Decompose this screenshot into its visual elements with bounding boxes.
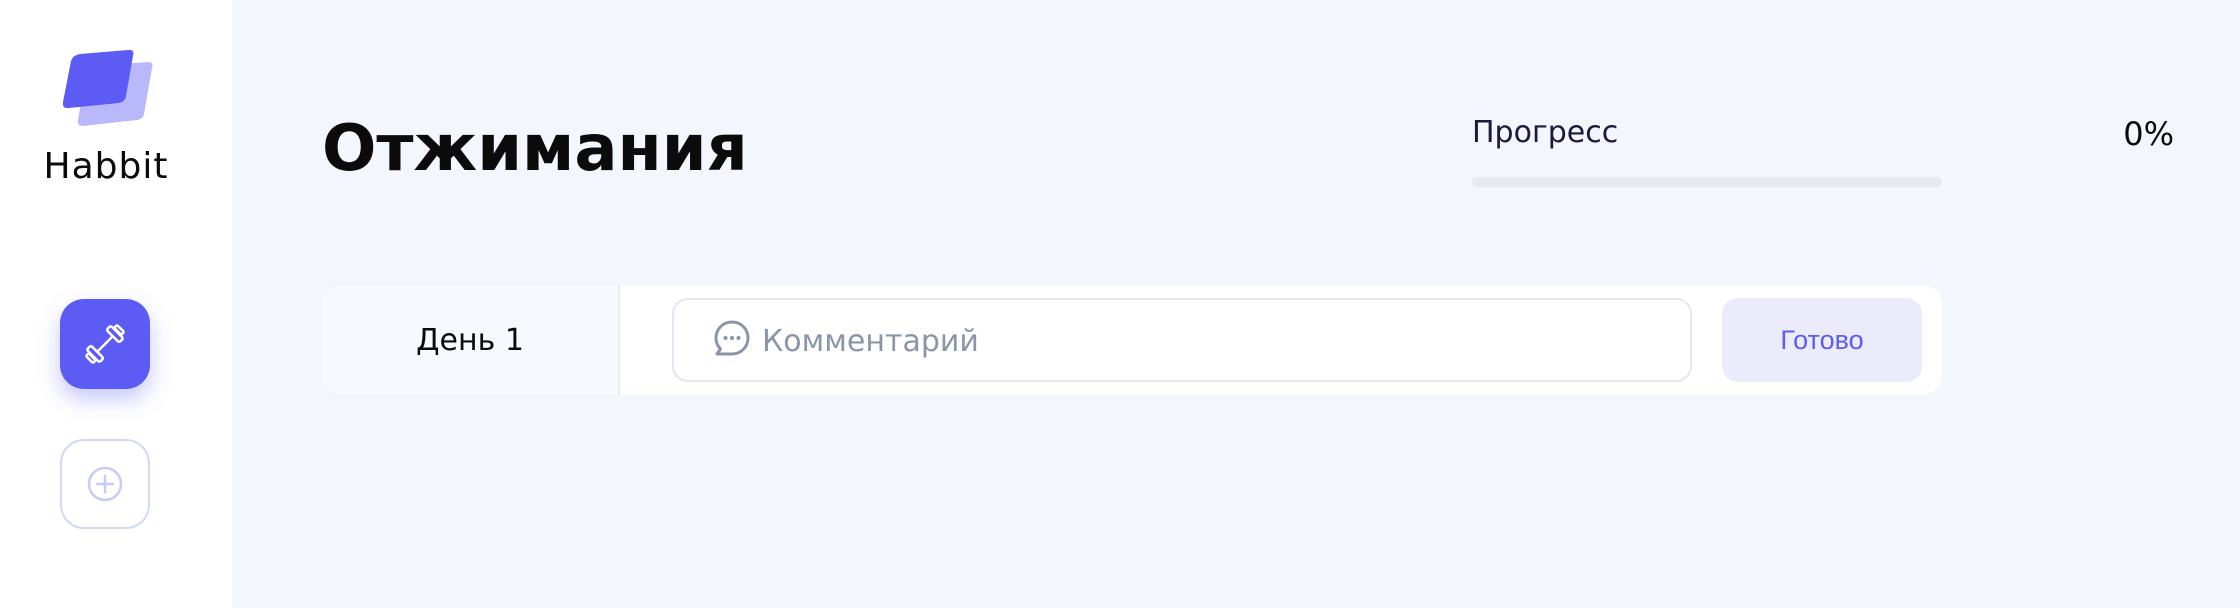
day-row: День 1 Готово (322, 285, 1942, 395)
progress-label: Прогресс (1472, 115, 1619, 150)
habbit-logo-icon (62, 49, 153, 126)
progress-bar (1472, 177, 1942, 187)
app-name: Habbit (43, 146, 169, 187)
day-label: День 1 (322, 285, 620, 395)
sidebar-item-habit-pushups[interactable] (60, 299, 150, 389)
main-content: Отжимания Прогресс 0% День 1 Готово (232, 0, 2240, 608)
comment-field[interactable] (672, 298, 1692, 382)
comment-input[interactable] (760, 314, 1664, 368)
comment-icon (714, 320, 750, 356)
add-habit-button[interactable] (60, 439, 150, 529)
sidebar: Habbit (0, 0, 232, 608)
plus-circle-icon (87, 466, 123, 502)
progress-percent: 0% (2123, 115, 2174, 153)
done-button[interactable]: Готово (1722, 298, 1922, 382)
page-title: Отжимания (322, 112, 748, 186)
dumbbell-icon (85, 324, 125, 364)
